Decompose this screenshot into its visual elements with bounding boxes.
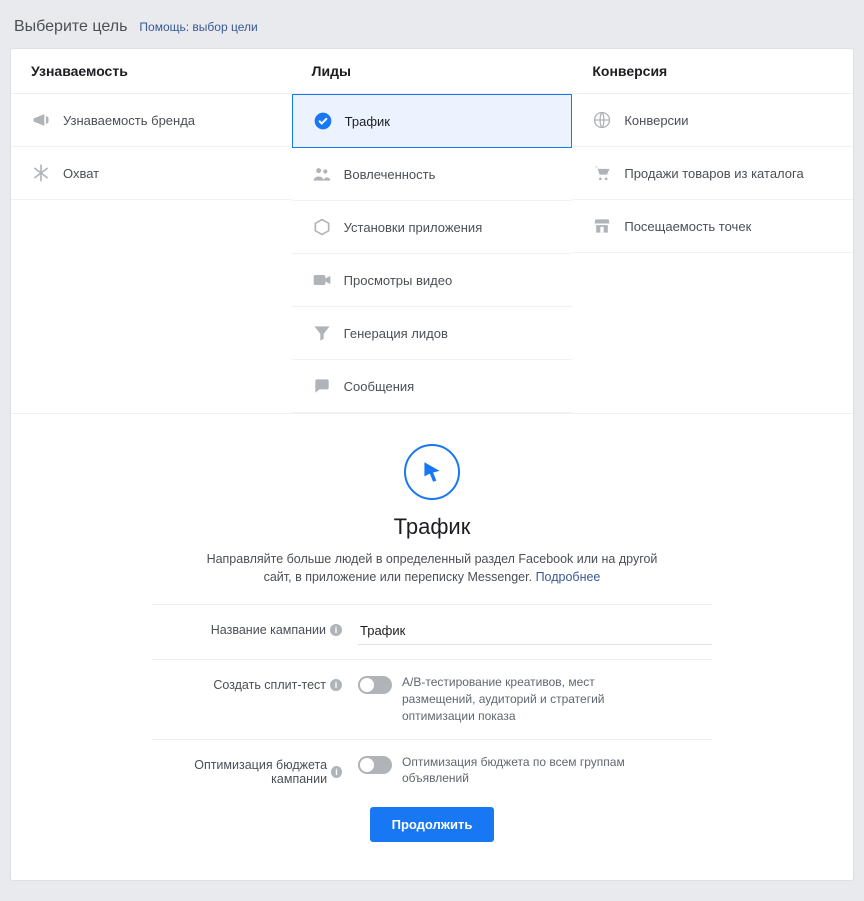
learn-more-link[interactable]: Подробнее bbox=[536, 570, 601, 584]
cart-icon bbox=[592, 163, 612, 183]
objective-messages[interactable]: Сообщения bbox=[292, 360, 573, 413]
column-consideration: Лиды Трафик Вовлеченность bbox=[292, 49, 573, 413]
objective-label: Трафик bbox=[345, 114, 390, 129]
objective-video-views[interactable]: Просмотры видео bbox=[292, 254, 573, 307]
info-icon[interactable]: i bbox=[330, 679, 342, 691]
objective-label: Продажи товаров из каталога bbox=[624, 166, 803, 181]
budget-opt-toggle[interactable] bbox=[358, 756, 392, 774]
detail-description: Направляйте больше людей в определенный … bbox=[202, 550, 662, 586]
objective-label: Просмотры видео bbox=[344, 273, 453, 288]
objective-label: Посещаемость точек bbox=[624, 219, 751, 234]
objective-catalog-sales[interactable]: Продажи товаров из каталога bbox=[572, 147, 853, 200]
objective-label: Генерация лидов bbox=[344, 326, 448, 341]
campaign-form: Название кампании i Создать сплит-тест i bbox=[152, 604, 712, 801]
split-test-toggle[interactable] bbox=[358, 676, 392, 694]
info-icon[interactable]: i bbox=[330, 624, 342, 636]
megaphone-icon bbox=[31, 110, 51, 130]
column-conversion: Конверсия Конверсии Продажи товаров из к… bbox=[572, 49, 853, 413]
chat-icon bbox=[312, 376, 332, 396]
split-test-label: Создать сплит-тест bbox=[213, 678, 326, 692]
box-icon bbox=[312, 217, 332, 237]
objective-conversions[interactable]: Конверсии bbox=[572, 94, 853, 147]
snowflake-icon bbox=[31, 163, 51, 183]
split-test-help: A/B-тестирование креативов, мест размеще… bbox=[402, 674, 662, 724]
detail-title: Трафик bbox=[31, 514, 833, 540]
info-icon[interactable]: i bbox=[331, 766, 342, 778]
column-awareness: Узнаваемость Узнаваемость бренда Охват bbox=[11, 49, 292, 413]
column-header-consideration: Лиды bbox=[292, 49, 573, 94]
budget-opt-help: Оптимизация бюджета по всем группам объя… bbox=[402, 754, 662, 788]
video-icon bbox=[312, 270, 332, 290]
column-header-conversion: Конверсия bbox=[572, 49, 853, 94]
objective-card: Узнаваемость Узнаваемость бренда Охват Л… bbox=[10, 48, 854, 881]
objective-traffic[interactable]: Трафик bbox=[292, 94, 573, 148]
campaign-name-label: Название кампании bbox=[211, 623, 326, 637]
help-link[interactable]: Помощь: выбор цели bbox=[139, 20, 257, 34]
people-icon bbox=[312, 164, 332, 184]
page-title: Выберите цель bbox=[14, 18, 127, 36]
check-circle-icon bbox=[313, 111, 333, 131]
objective-app-installs[interactable]: Установки приложения bbox=[292, 201, 573, 254]
globe-icon bbox=[592, 110, 612, 130]
cursor-icon bbox=[404, 444, 460, 500]
funnel-icon bbox=[312, 323, 332, 343]
column-header-awareness: Узнаваемость bbox=[11, 49, 292, 94]
objective-label: Узнаваемость бренда bbox=[63, 113, 195, 128]
objective-details: Трафик Направляйте больше людей в опреде… bbox=[11, 414, 853, 880]
continue-button[interactable]: Продолжить bbox=[370, 807, 495, 842]
objective-label: Установки приложения bbox=[344, 220, 483, 235]
objective-lead-generation[interactable]: Генерация лидов bbox=[292, 307, 573, 360]
objective-label: Вовлеченность bbox=[344, 167, 436, 182]
objective-reach[interactable]: Охват bbox=[11, 147, 292, 200]
objective-label: Конверсии bbox=[624, 113, 688, 128]
objective-label: Охват bbox=[63, 166, 99, 181]
objective-label: Сообщения bbox=[344, 379, 415, 394]
objective-brand-awareness[interactable]: Узнаваемость бренда bbox=[11, 94, 292, 147]
objective-engagement[interactable]: Вовлеченность bbox=[292, 148, 573, 201]
objective-grid: Узнаваемость Узнаваемость бренда Охват Л… bbox=[11, 49, 853, 414]
campaign-name-input[interactable] bbox=[358, 619, 712, 645]
objective-store-visits[interactable]: Посещаемость точек bbox=[572, 200, 853, 253]
budget-opt-label: Оптимизация бюджета кампании bbox=[152, 758, 327, 786]
store-icon bbox=[592, 216, 612, 236]
